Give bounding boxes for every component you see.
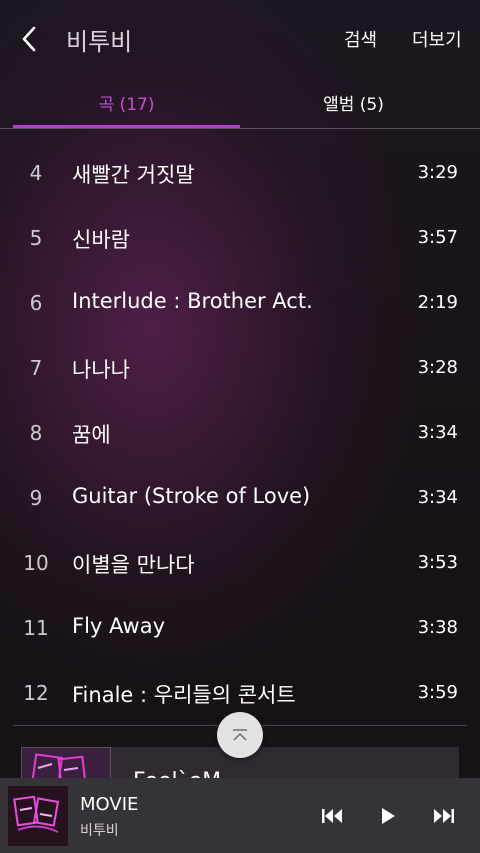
track-row[interactable]: 8 꿈에 3:34 xyxy=(0,401,480,466)
play-icon xyxy=(382,808,395,824)
page-title: 비투비 xyxy=(66,28,133,56)
track-number: 5 xyxy=(29,226,43,250)
search-button[interactable]: 검색 xyxy=(344,26,377,52)
track-duration: 3:29 xyxy=(417,162,458,183)
now-playing-artist: 비투비 xyxy=(80,823,119,839)
track-duration: 3:38 xyxy=(417,617,458,638)
back-button[interactable] xyxy=(12,22,46,56)
album-art-graphic xyxy=(8,786,68,846)
app-header: 비투비 검색 더보기 xyxy=(0,0,480,76)
tab-bar: 곡 (17) 앨범 (5) xyxy=(0,76,480,130)
play-button[interactable] xyxy=(371,800,405,832)
track-row[interactable]: 9 Guitar (Stroke of Love) 3:34 xyxy=(0,466,480,531)
track-duration: 2:19 xyxy=(417,292,458,313)
track-title: Interlude : Brother Act. xyxy=(72,289,313,313)
track-number: 10 xyxy=(23,551,49,575)
track-duration: 3:34 xyxy=(417,422,458,443)
skip-next-icon xyxy=(434,809,454,823)
track-row[interactable]: 6 Interlude : Brother Act. 2:19 xyxy=(0,271,480,336)
track-number: 8 xyxy=(29,421,43,445)
track-number: 4 xyxy=(29,161,43,185)
scroll-to-top-button[interactable] xyxy=(217,712,263,758)
track-number: 9 xyxy=(29,486,43,510)
track-row[interactable]: 11 Fly Away 3:38 xyxy=(0,596,480,661)
track-duration: 3:34 xyxy=(417,487,458,508)
track-number: 6 xyxy=(29,291,43,315)
mini-player[interactable]: MOVIE 비투비 xyxy=(0,778,480,853)
chevron-left-icon xyxy=(22,26,36,52)
more-button[interactable]: 더보기 xyxy=(412,26,462,52)
track-number: 7 xyxy=(29,356,43,380)
previous-button[interactable] xyxy=(315,800,349,832)
track-row[interactable]: 4 새빨간 거짓말 3:29 xyxy=(0,141,480,206)
tab-albums[interactable]: 앨범 (5) xyxy=(240,76,467,128)
track-number: 11 xyxy=(23,616,49,640)
chevron-up-icon xyxy=(233,729,247,741)
track-title: 꿈에 xyxy=(72,423,111,447)
track-row[interactable]: 5 신바람 3:57 xyxy=(0,206,480,271)
track-list: 4 새빨간 거짓말 3:29 5 신바람 3:57 6 Interlude : … xyxy=(0,141,480,726)
track-row[interactable]: 7 나나나 3:28 xyxy=(0,336,480,401)
tab-songs[interactable]: 곡 (17) xyxy=(13,76,240,128)
track-number: 12 xyxy=(23,681,49,705)
track-title: Fly Away xyxy=(72,614,166,638)
track-title: 나나나 xyxy=(72,358,130,382)
track-title: 새빨간 거짓말 xyxy=(72,163,195,187)
next-button[interactable] xyxy=(427,800,461,832)
track-title: Guitar (Stroke of Love) xyxy=(72,484,311,508)
track-duration: 3:53 xyxy=(417,552,458,573)
track-title: Finale : 우리들의 콘서트 xyxy=(72,683,296,707)
track-title: 이별을 만나다 xyxy=(72,553,195,577)
track-row[interactable]: 10 이별을 만나다 3:53 xyxy=(0,531,480,596)
now-playing-album-art xyxy=(8,786,68,846)
track-duration: 3:57 xyxy=(417,227,458,248)
tab-divider xyxy=(0,128,480,129)
skip-previous-icon xyxy=(322,809,342,823)
track-duration: 3:28 xyxy=(417,357,458,378)
now-playing-title: MOVIE xyxy=(80,794,139,815)
track-duration: 3:59 xyxy=(417,682,458,703)
track-title: 신바람 xyxy=(72,228,130,252)
